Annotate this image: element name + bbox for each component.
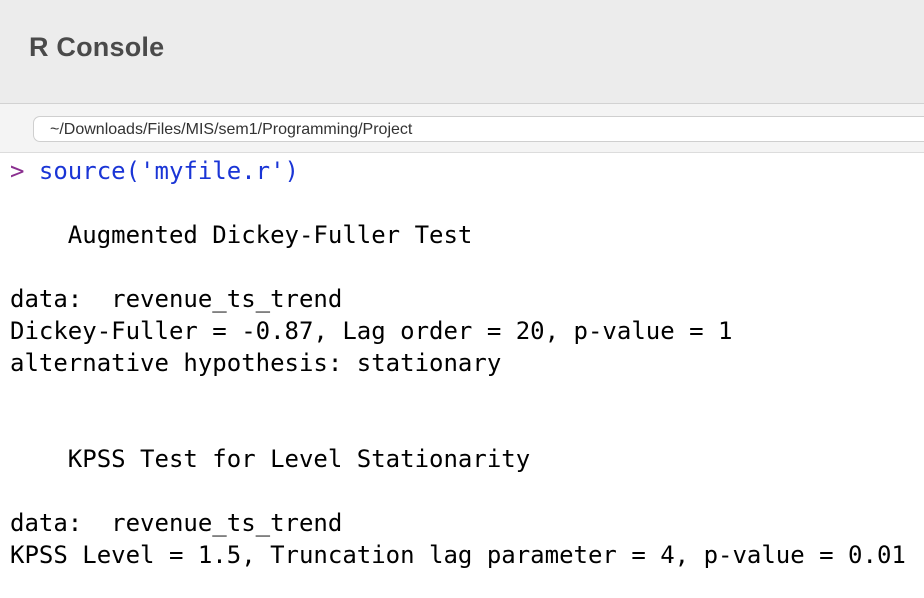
working-directory-bar: ~/Downloads/Files/MIS/sem1/Programming/P…	[0, 104, 924, 153]
kpss-statistics-line: KPSS Level = 1.5, Truncation lag paramet…	[10, 541, 906, 569]
command-line: > source('myfile.r')	[10, 155, 299, 187]
adf-statistics-line: Dickey-Fuller = -0.87, Lag order = 20, p…	[10, 317, 733, 345]
console-output-area[interactable]: > source('myfile.r') Augmented Dickey-Fu…	[0, 153, 924, 598]
adf-data-line: data: revenue_ts_trend	[10, 285, 343, 313]
working-directory-path: ~/Downloads/Files/MIS/sem1/Programming/P…	[50, 121, 413, 138]
kpss-data-line: data: revenue_ts_trend	[10, 509, 343, 537]
console-prompt: >	[10, 157, 39, 185]
console-command: source('myfile.r')	[38, 157, 299, 185]
window-title: R Console	[29, 32, 165, 62]
working-directory-field[interactable]: ~/Downloads/Files/MIS/sem1/Programming/P…	[33, 116, 924, 142]
adf-test-title: Augmented Dickey-Fuller Test	[10, 221, 473, 249]
r-console-window: R Console ~/Downloads/Files/MIS/sem1/Pro…	[0, 0, 924, 598]
adf-alternative-hypothesis-line: alternative hypothesis: stationary	[10, 349, 502, 377]
title-bar: R Console	[0, 0, 924, 104]
kpss-test-title: KPSS Test for Level Stationarity	[10, 445, 531, 473]
